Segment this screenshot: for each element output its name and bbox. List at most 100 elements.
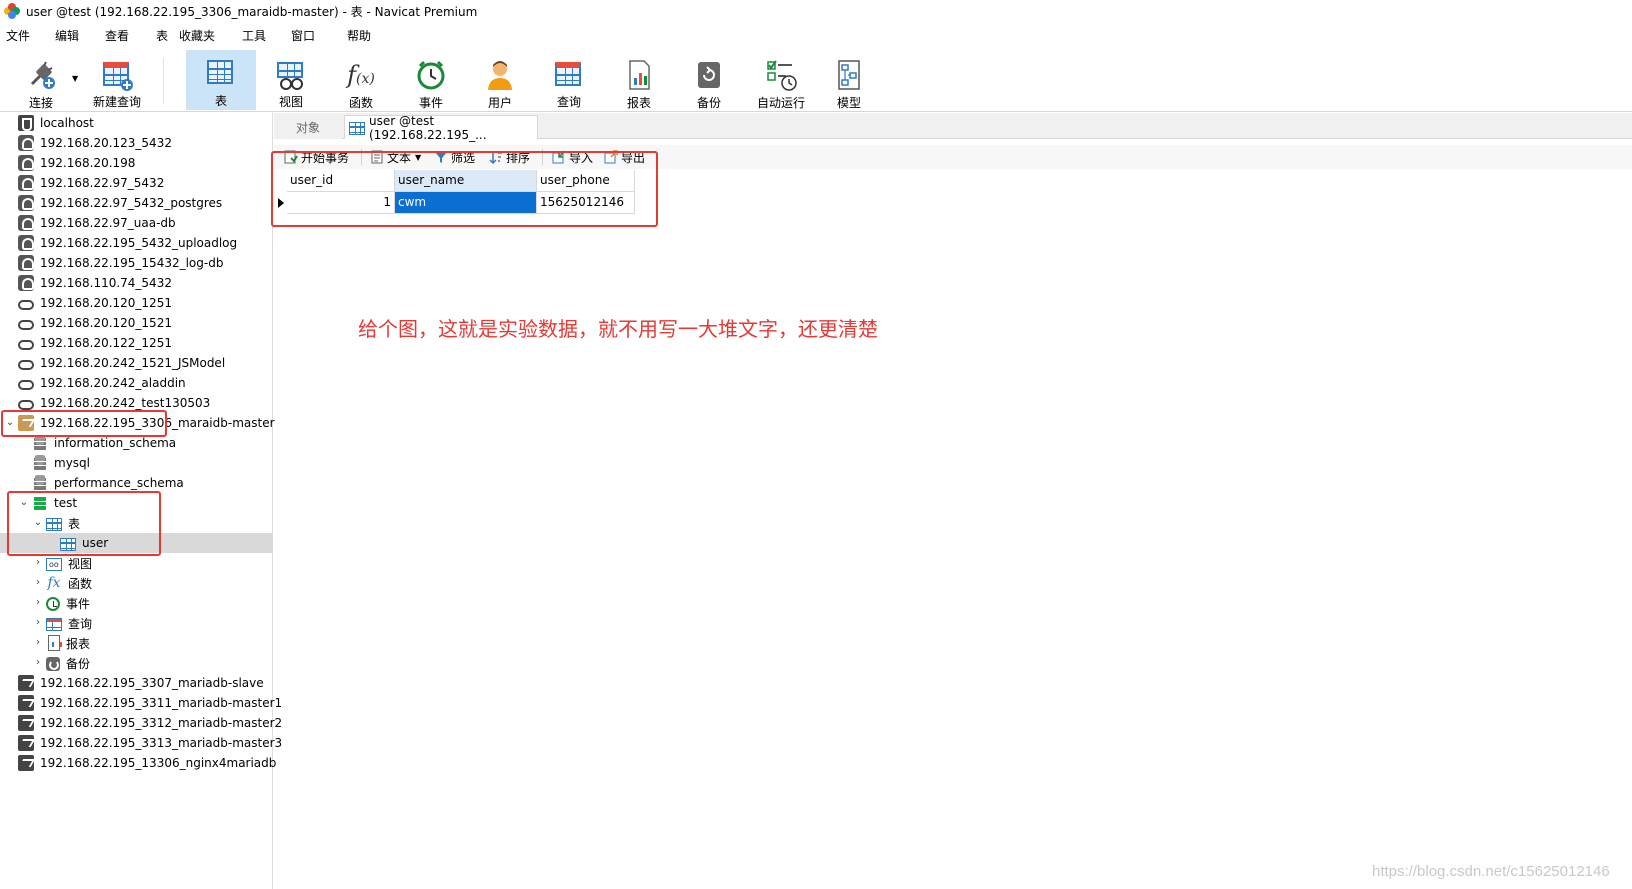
- query-icon: [552, 58, 586, 91]
- chevron-right-icon[interactable]: ›: [32, 637, 44, 649]
- main-toolbar: 连接 ▼ 新建查询 表 视图 f(x) 函数 事件 用户 查询 报表 备份 自动…: [0, 48, 1632, 112]
- table-button[interactable]: 表: [186, 50, 256, 110]
- tree-functions-folder[interactable]: › fx 函数: [0, 573, 273, 593]
- tree-connection[interactable]: 192.168.22.97_5432: [0, 173, 273, 193]
- tree-backups-folder[interactable]: › 备份: [0, 653, 273, 673]
- oracle-connection-icon: [18, 299, 34, 310]
- backup-icon: [692, 58, 726, 92]
- tree-connection[interactable]: 192.168.22.195_13306_nginx4mariadb: [0, 753, 276, 773]
- connect-button[interactable]: 连接: [8, 52, 74, 110]
- tree-item-label: 192.168.22.195_3307_mariadb-slave: [40, 676, 264, 690]
- tree-queries-folder[interactable]: › 查询: [0, 613, 273, 633]
- tree-connection[interactable]: 192.168.22.195_3311_mariadb-master1: [0, 693, 282, 713]
- connect-label: 连接: [28, 96, 53, 110]
- plug-icon: [24, 58, 58, 92]
- tree-item-label: information_schema: [54, 436, 177, 450]
- navicat-logo-icon: [4, 3, 20, 19]
- table-label: 表: [214, 94, 227, 108]
- tree-views-folder[interactable]: › 视图: [0, 553, 273, 573]
- menu-help[interactable]: 帮助: [347, 27, 371, 44]
- tree-connection[interactable]: 192.168.20.122_1251: [0, 333, 273, 353]
- backup-button[interactable]: 备份: [676, 52, 742, 110]
- function-button[interactable]: f(x) 函数: [328, 52, 394, 110]
- tree-connection[interactable]: 192.168.22.195_5432_uploadlog: [0, 233, 273, 253]
- chevron-right-icon[interactable]: ›: [32, 577, 44, 589]
- tree-database[interactable]: performance_schema: [0, 473, 273, 493]
- query-label: 查询: [556, 95, 581, 109]
- menu-table[interactable]: 表: [156, 27, 168, 44]
- mariadb-connection-icon: [18, 715, 34, 731]
- tree-connection[interactable]: 192.168.22.195_3307_mariadb-slave: [0, 673, 273, 693]
- model-button[interactable]: 模型: [816, 52, 882, 110]
- view-button[interactable]: 视图: [258, 52, 324, 110]
- tree-database[interactable]: mysql: [0, 453, 273, 473]
- oracle-connection-icon: [18, 359, 34, 370]
- tab-label: 对象: [295, 120, 320, 135]
- view-icon: [46, 557, 62, 571]
- tree-item-label: 192.168.110.74_5432: [40, 276, 172, 290]
- window-title: user @test (192.168.22.195_3306_maraidb-…: [26, 4, 478, 19]
- connect-dropdown-icon[interactable]: ▼: [72, 74, 78, 83]
- tree-item-label: 192.168.20.123_5432: [40, 136, 172, 150]
- tree-connection[interactable]: 192.168.20.242_1521_JSModel: [0, 353, 273, 373]
- tab-user-table[interactable]: user @test (192.168.22.195_...: [344, 114, 538, 142]
- user-button[interactable]: 用户: [467, 52, 533, 110]
- menu-bar: 文件 编辑 查看 表 收藏夹 工具 窗口 帮助: [0, 24, 1632, 44]
- tree-connection[interactable]: 192.168.22.195_15432_log-db: [0, 253, 273, 273]
- tree-connection[interactable]: 192.168.20.198: [0, 153, 273, 173]
- tab-objects[interactable]: 对象: [274, 115, 342, 139]
- tree-connection[interactable]: 192.168.20.120_1251: [0, 293, 273, 313]
- tree-item-label: 192.168.22.195_5432_uploadlog: [40, 236, 238, 250]
- tree-connection[interactable]: 192.168.20.120_1521: [0, 313, 273, 333]
- menu-edit[interactable]: 编辑: [55, 27, 79, 44]
- tree-connection[interactable]: localhost: [0, 113, 273, 133]
- report-button[interactable]: 报表: [606, 52, 672, 110]
- local-connection-icon: [18, 115, 34, 131]
- tree-item-label: 192.168.22.97_5432: [40, 176, 165, 190]
- menu-tools[interactable]: 工具: [242, 27, 266, 44]
- tree-connection[interactable]: 192.168.22.97_5432_postgres: [0, 193, 273, 213]
- tree-item-label: 192.168.20.198: [40, 156, 136, 170]
- postgresql-connection-icon: [18, 175, 34, 191]
- postgresql-connection-icon: [18, 275, 34, 291]
- tree-connection[interactable]: 192.168.20.123_5432: [0, 133, 273, 153]
- tree-item-label: 192.168.20.120_1251: [40, 296, 172, 310]
- new-query-button[interactable]: 新建查询: [84, 52, 150, 110]
- annotation-box-database: [7, 491, 161, 556]
- postgresql-connection-icon: [18, 255, 34, 271]
- user-label: 用户: [487, 96, 512, 110]
- event-label: 事件: [418, 96, 443, 110]
- menu-view[interactable]: 查看: [105, 27, 129, 44]
- tree-connection[interactable]: 192.168.20.242_aladdin: [0, 373, 273, 393]
- event-button[interactable]: 事件: [398, 52, 464, 110]
- chevron-right-icon[interactable]: ›: [32, 657, 44, 669]
- postgresql-connection-icon: [18, 155, 34, 171]
- annotation-text: 给个图，这就是实验数据，就不用写一大堆文字，还更清楚: [358, 317, 878, 341]
- auto-run-button[interactable]: 自动运行: [746, 52, 816, 110]
- report-label: 报表: [626, 96, 651, 110]
- function-label: 函数: [348, 96, 373, 110]
- table-icon: [349, 122, 365, 135]
- query-button[interactable]: 查询: [536, 52, 602, 110]
- auto-run-label: 自动运行: [756, 96, 805, 110]
- tree-item-label: 192.168.20.242_aladdin: [40, 376, 186, 390]
- menu-favorites[interactable]: 收藏夹: [179, 27, 215, 44]
- tree-connection[interactable]: 192.168.22.195_3313_mariadb-master3: [0, 733, 282, 753]
- oracle-connection-icon: [18, 319, 34, 330]
- model-icon: [832, 58, 866, 92]
- tree-item-label: 视图: [68, 556, 93, 571]
- tree-connection[interactable]: 192.168.110.74_5432: [0, 273, 273, 293]
- chevron-right-icon[interactable]: ›: [32, 597, 44, 609]
- menu-window[interactable]: 窗口: [291, 27, 315, 44]
- chevron-right-icon[interactable]: ›: [32, 617, 44, 629]
- tree-reports-folder[interactable]: › 报表: [0, 633, 273, 653]
- chevron-right-icon[interactable]: ›: [32, 557, 44, 569]
- tree-connection[interactable]: 192.168.22.195_3312_mariadb-master2: [0, 713, 282, 733]
- menu-file[interactable]: 文件: [6, 27, 30, 44]
- tree-connection[interactable]: 192.168.22.97_uaa-db: [0, 213, 273, 233]
- tree-events-folder[interactable]: › 事件: [0, 593, 273, 613]
- annotation-box-connection: [1, 410, 167, 437]
- tree-item-label: localhost: [40, 116, 94, 130]
- new-query-label: 新建查询: [92, 95, 141, 109]
- tab-bar: 对象 user @test (192.168.22.195_...: [274, 113, 1632, 142]
